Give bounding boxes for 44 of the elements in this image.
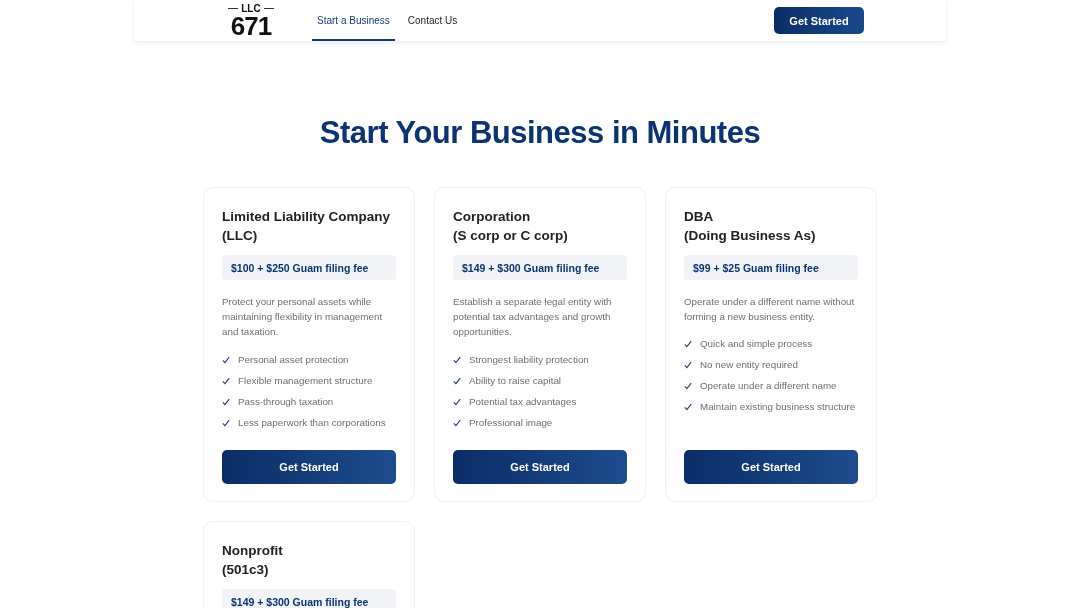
feature-text: Professional image <box>469 415 553 430</box>
check-icon <box>684 361 692 370</box>
plan-title: Limited Liability Company (LLC) <box>222 208 392 245</box>
price-tag: $149 + $300 Guam filing fee <box>453 255 627 280</box>
price-tag: $99 + $25 Guam filing fee <box>684 255 858 280</box>
feature-text: Ability to raise capital <box>469 373 562 388</box>
nav-tab[interactable]: Start a Business <box>312 0 395 41</box>
plan-description: Operate under a different name without forming a new business entity. <box>684 295 856 325</box>
feature-text: Pass-through taxation <box>238 394 334 409</box>
check-icon <box>222 418 230 427</box>
logo-number: 671 <box>230 13 272 38</box>
feature-text: No new entity required <box>700 358 799 373</box>
feature-text: Strongest liability protection <box>469 352 589 367</box>
check-icon <box>684 403 692 412</box>
feature-text: Flexible management structure <box>238 373 373 388</box>
get-started-button[interactable]: Get Started <box>774 7 864 34</box>
feature-text: Quick and simple process <box>700 337 813 352</box>
check-icon <box>684 340 692 349</box>
feature-text: Less paperwork than corporations <box>238 415 386 430</box>
check-icon <box>222 355 230 364</box>
check-icon <box>222 397 230 406</box>
feature-text: Potential tax advantages <box>469 394 577 409</box>
plan-title: Nonprofit (501c3) <box>222 542 284 579</box>
get-started-button[interactable]: Get Started <box>222 450 396 484</box>
get-started-button[interactable]: Get Started <box>453 450 627 484</box>
check-icon <box>453 397 461 406</box>
check-icon <box>222 376 230 385</box>
plan-description: Establish a separate legal entity with potential tax advantages and growth opportunities. <box>453 295 613 340</box>
check-icon <box>453 355 461 364</box>
check-icon <box>684 382 692 391</box>
get-started-button[interactable]: Get Started <box>684 450 858 484</box>
logo-caption: LLC <box>228 3 274 14</box>
feature-text: Personal asset protection <box>238 352 349 367</box>
price-tag: $100 + $250 Guam filing fee <box>222 255 396 280</box>
check-icon <box>453 418 461 427</box>
check-icon <box>453 376 461 385</box>
page-title: Start Your Business in Minutes <box>319 115 761 151</box>
plan-title: DBA (Doing Business As) <box>684 208 817 245</box>
nav-tab[interactable]: Contact Us <box>402 0 463 41</box>
plan-title: Corporation (S corp or C corp) <box>453 208 569 245</box>
feature-text: Operate under a different name <box>700 379 837 394</box>
plan-description: Protect your personal assets while maintaining flexibility in management and taxation. <box>222 295 384 340</box>
price-tag: $149 + $300 Guam filing fee <box>222 589 396 608</box>
feature-text: Maintain existing business structure <box>700 400 856 415</box>
